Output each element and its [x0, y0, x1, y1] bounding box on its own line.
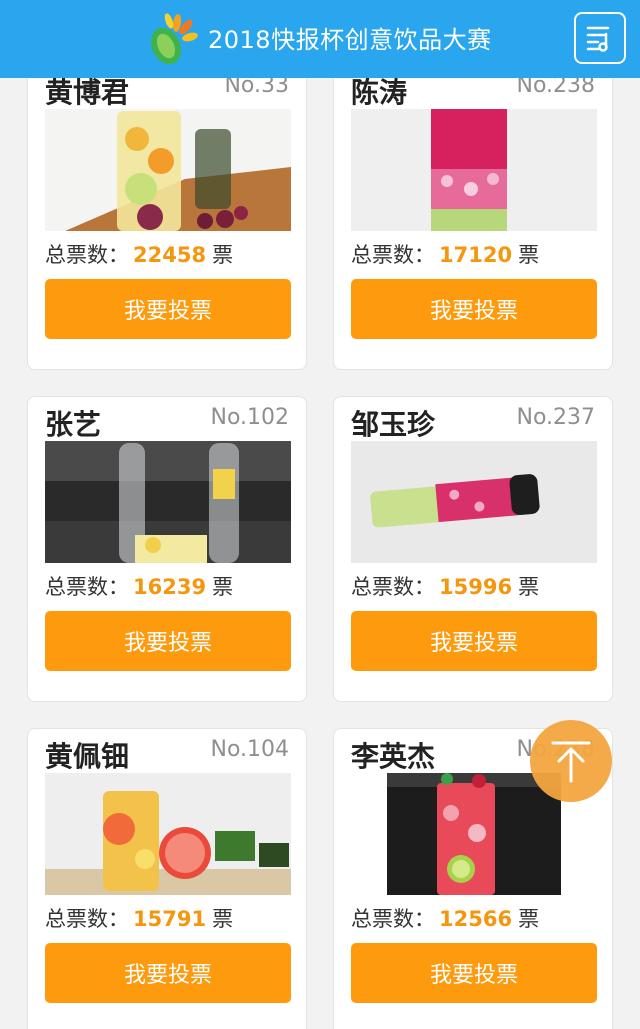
vote-count: 17120: [439, 243, 513, 267]
contestant-card: 邹玉珍 No.237 总票数： 15996 票 我要投票: [333, 396, 613, 702]
contestant-name: 黄佩钿: [45, 740, 130, 773]
contestant-name: 黄博君: [45, 78, 130, 109]
vote-button[interactable]: 我要投票: [45, 279, 291, 339]
vote-total: 总票数： 22458 票: [45, 239, 233, 269]
vote-count: 12566: [439, 907, 513, 931]
vote-button[interactable]: 我要投票: [45, 611, 291, 671]
contestant-number: No.238: [516, 78, 595, 98]
contestant-grid: 黄博君 No.33 总票数： 22458 票 我要投票 陈涛 No.238 总票…: [0, 78, 640, 1029]
drink-photo: [45, 109, 291, 231]
votes-unit: 票: [518, 575, 540, 599]
votes-unit: 票: [518, 907, 540, 931]
vote-total: 总票数： 15791 票: [45, 903, 233, 933]
votes-unit: 票: [212, 575, 234, 599]
votes-prefix: 总票数：: [351, 243, 435, 267]
votes-prefix: 总票数：: [45, 907, 129, 931]
back-to-top-button[interactable]: [530, 720, 612, 802]
vote-total: 总票数： 15996 票: [351, 571, 539, 601]
contestant-number: No.104: [210, 737, 289, 762]
contestant-card: 张艺 No.102 总票数： 16239 票 我要投票: [27, 396, 307, 702]
vote-count: 16239: [133, 575, 207, 599]
vote-count: 22458: [133, 243, 207, 267]
votes-unit: 票: [212, 907, 234, 931]
votes-unit: 票: [212, 243, 234, 267]
contestant-name: 邹玉珍: [351, 408, 436, 441]
vote-total: 总票数： 12566 票: [351, 903, 539, 933]
contestant-card: 黄博君 No.33 总票数： 22458 票 我要投票: [27, 78, 307, 370]
leaf-logo-icon: [150, 13, 198, 65]
drink-photo: [351, 441, 597, 563]
vote-button[interactable]: 我要投票: [45, 943, 291, 1003]
vote-count: 15996: [439, 575, 513, 599]
top-bar: 2018快报杯创意饮品大赛: [0, 0, 640, 78]
vote-total: 总票数： 16239 票: [45, 571, 233, 601]
votes-unit: 票: [518, 243, 540, 267]
contestant-name: 陈涛: [351, 78, 408, 109]
votes-prefix: 总票数：: [351, 575, 435, 599]
contestant-number: No.33: [224, 78, 289, 98]
votes-prefix: 总票数：: [351, 907, 435, 931]
votes-prefix: 总票数：: [45, 243, 129, 267]
votes-prefix: 总票数：: [45, 575, 129, 599]
contestant-name: 张艺: [45, 408, 102, 441]
drink-photo: [45, 773, 291, 895]
drink-photo: [45, 441, 291, 563]
vote-count: 15791: [133, 907, 207, 931]
menu-button[interactable]: [574, 12, 626, 64]
contestant-card: 陈涛 No.238 总票数： 17120 票 我要投票: [333, 78, 613, 370]
list-menu-icon: [586, 26, 610, 52]
contestant-number: No.102: [210, 405, 289, 430]
vote-total: 总票数： 17120 票: [351, 239, 539, 269]
drink-photo: [351, 109, 597, 231]
contestant-number: No.237: [516, 405, 595, 430]
contestant-card: 黄佩钿 No.104 总票数： 15791 票 我要投票: [27, 728, 307, 1029]
arrow-up-to-top-icon: [551, 741, 591, 783]
vote-button[interactable]: 我要投票: [351, 943, 597, 1003]
app-title: 2018快报杯创意饮品大赛: [208, 26, 492, 54]
vote-button[interactable]: 我要投票: [351, 611, 597, 671]
vote-button[interactable]: 我要投票: [351, 279, 597, 339]
contestant-name: 李英杰: [351, 740, 436, 773]
